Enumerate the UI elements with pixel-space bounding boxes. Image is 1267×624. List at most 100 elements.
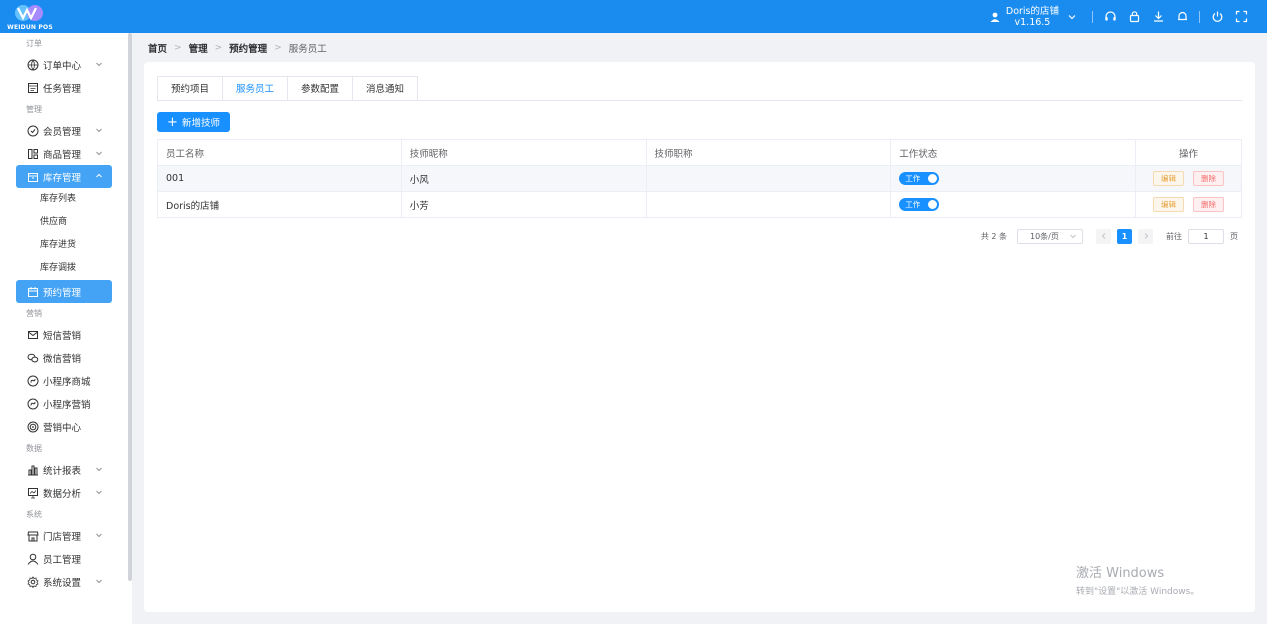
sidebar-item-marketing-center[interactable]: 营销中心 bbox=[0, 415, 132, 438]
chevron-right-icon: > bbox=[274, 43, 282, 53]
app-version: v1.16.5 bbox=[1014, 16, 1051, 28]
chevron-down-icon bbox=[96, 533, 102, 538]
work-status-toggle[interactable]: 工作 bbox=[899, 172, 940, 185]
tab-notifications[interactable]: 消息通知 bbox=[352, 76, 419, 101]
logo[interactable]: WEIDUN POS bbox=[0, 0, 60, 33]
breadcrumb-manage[interactable]: 管理 bbox=[189, 41, 208, 55]
prev-page-button[interactable] bbox=[1096, 228, 1111, 244]
inventory-icon bbox=[27, 171, 39, 183]
delete-button[interactable]: 删除 bbox=[1193, 197, 1225, 212]
tab-service-staff[interactable]: 服务员工 bbox=[222, 76, 288, 101]
logo-icon bbox=[15, 4, 43, 21]
table-row[interactable]: Doris的店铺 小芳 工作 编辑 删除 bbox=[157, 191, 1242, 218]
sidebar-item-mini-marketing[interactable]: 小程序营销 bbox=[0, 392, 132, 415]
cell-nickname: 小风 bbox=[400, 165, 647, 192]
headset-icon[interactable] bbox=[1103, 10, 1117, 24]
sidebar-item-wechat[interactable]: 微信营销 bbox=[0, 346, 132, 369]
miniprogram-icon bbox=[27, 375, 39, 387]
store-icon bbox=[27, 530, 39, 542]
cell-title bbox=[645, 191, 892, 218]
chevron-left-icon bbox=[1101, 233, 1105, 239]
sidebar-scrollbar[interactable] bbox=[128, 33, 132, 581]
sidebar-item-tasks[interactable]: 任务管理 bbox=[0, 76, 132, 99]
sidebar-item-reservations[interactable]: 预约管理 bbox=[16, 280, 112, 303]
sidebar-subitem-purchase[interactable]: 库存进货 bbox=[0, 234, 132, 257]
toggle-knob bbox=[928, 200, 938, 209]
edit-button[interactable]: 编辑 bbox=[1153, 197, 1184, 212]
sidebar-subitem-inventory-list[interactable]: 库存列表 bbox=[0, 188, 132, 211]
miniprogram-icon bbox=[27, 398, 39, 410]
tab-divider bbox=[157, 100, 1242, 101]
chevron-right-icon bbox=[1144, 233, 1148, 239]
table-row[interactable]: 001 小风 工作 编辑 删除 bbox=[157, 165, 1242, 192]
user-menu[interactable]: Doris的店铺 v1.16.5 bbox=[990, 6, 1077, 28]
breadcrumb-current: 服务员工 bbox=[288, 44, 327, 55]
plus-icon: + bbox=[167, 114, 178, 130]
download-icon[interactable] bbox=[1151, 10, 1165, 24]
sidebar: 订单 订单中心 任务管理 管理 会员管理 商品管理 库存管理 库存列表 供应商 … bbox=[0, 33, 132, 624]
sidebar-item-label: 门店管理 bbox=[43, 531, 82, 543]
sidebar-group-label: 营销 bbox=[26, 309, 42, 318]
sidebar-item-mini-mall[interactable]: 小程序商城 bbox=[0, 369, 132, 392]
sidebar-item-label: 微信营销 bbox=[43, 353, 82, 365]
sidebar-item-label: 订单中心 bbox=[43, 60, 82, 72]
sidebar-item-reports[interactable]: 统计报表 bbox=[0, 458, 132, 481]
sidebar-item-analytics[interactable]: 数据分析 bbox=[0, 481, 132, 504]
sidebar-item-sms[interactable]: 短信营销 bbox=[0, 323, 132, 346]
user-icon bbox=[990, 12, 1000, 22]
sidebar-item-stores[interactable]: 门店管理 bbox=[0, 524, 132, 547]
monitor-icon bbox=[27, 487, 39, 499]
watermark-subtitle: 转到"设置"以激活 Windows。 bbox=[1076, 587, 1200, 597]
sidebar-item-label: 任务管理 bbox=[43, 83, 82, 95]
tab-reservation-items[interactable]: 预约项目 bbox=[157, 76, 223, 101]
bell-icon[interactable] bbox=[1175, 10, 1189, 24]
chart-icon bbox=[27, 464, 39, 476]
goto-label: 前往 bbox=[1166, 231, 1182, 241]
logo-text: WEIDUN POS bbox=[7, 23, 53, 31]
sidebar-item-label: 小程序商城 bbox=[43, 376, 91, 388]
page-number-button[interactable]: 1 bbox=[1117, 228, 1132, 244]
cell-actions: 编辑 删除 bbox=[1135, 165, 1242, 192]
tab-bar: 预约项目 服务员工 参数配置 消息通知 bbox=[157, 76, 419, 101]
goto-page-input[interactable]: 1 bbox=[1188, 228, 1224, 244]
page-size-value: 10条/页 bbox=[1030, 231, 1059, 241]
sidebar-item-members[interactable]: 会员管理 bbox=[0, 119, 132, 142]
column-header-actions: 操作 bbox=[1135, 139, 1242, 166]
sidebar-item-settings[interactable]: 系统设置 bbox=[0, 570, 132, 593]
pagination-total: 共 2 条 bbox=[980, 231, 1007, 241]
column-header-title: 技师职称 bbox=[645, 139, 892, 166]
work-status-toggle[interactable]: 工作 bbox=[899, 198, 940, 211]
chevron-down-icon bbox=[96, 467, 102, 472]
sidebar-subitem-transfer[interactable]: 库存调拨 bbox=[0, 257, 132, 280]
cell-status: 工作 bbox=[890, 191, 1137, 218]
sidebar-item-staff[interactable]: 员工管理 bbox=[0, 547, 132, 570]
pagination: 共 2 条 10条/页 1 前往 1 页 bbox=[981, 228, 1238, 244]
wechat-icon bbox=[27, 352, 39, 364]
power-icon[interactable] bbox=[1210, 10, 1224, 24]
cell-actions: 编辑 删除 bbox=[1135, 191, 1242, 218]
user-name: Doris的店铺 bbox=[1005, 5, 1059, 17]
cell-title bbox=[645, 165, 892, 192]
header-divider bbox=[1199, 10, 1200, 23]
goods-icon bbox=[27, 148, 39, 160]
delete-button[interactable]: 删除 bbox=[1193, 171, 1225, 186]
page-size-select[interactable]: 10条/页 bbox=[1017, 228, 1083, 244]
next-page-button[interactable] bbox=[1138, 228, 1153, 244]
top-bar: WEIDUN POS Doris的店铺 v1.16.5 bbox=[0, 0, 1267, 33]
lock-icon[interactable] bbox=[1127, 10, 1141, 24]
sidebar-item-inventory[interactable]: 库存管理 bbox=[16, 165, 112, 188]
breadcrumb-home[interactable]: 首页 bbox=[148, 41, 167, 55]
sidebar-item-orders[interactable]: 订单中心 bbox=[0, 53, 132, 76]
table-header-row: 员工名称 技师昵称 技师职称 工作状态 操作 bbox=[157, 139, 1242, 166]
add-technician-button[interactable]: + 新增技师 bbox=[157, 112, 230, 132]
breadcrumb: 首页 > 管理 > 预约管理 > 服务员工 bbox=[148, 40, 327, 56]
fullscreen-icon[interactable] bbox=[1234, 10, 1248, 24]
sidebar-item-label: 预约管理 bbox=[43, 287, 82, 299]
sidebar-subitem-suppliers[interactable]: 供应商 bbox=[0, 211, 132, 234]
toggle-label: 工作 bbox=[905, 174, 921, 183]
sidebar-item-goods[interactable]: 商品管理 bbox=[0, 142, 132, 165]
breadcrumb-reservation[interactable]: 预约管理 bbox=[229, 41, 267, 55]
edit-button[interactable]: 编辑 bbox=[1153, 171, 1184, 186]
cell-nickname: 小芳 bbox=[400, 191, 647, 218]
tab-parameters[interactable]: 参数配置 bbox=[287, 76, 353, 101]
